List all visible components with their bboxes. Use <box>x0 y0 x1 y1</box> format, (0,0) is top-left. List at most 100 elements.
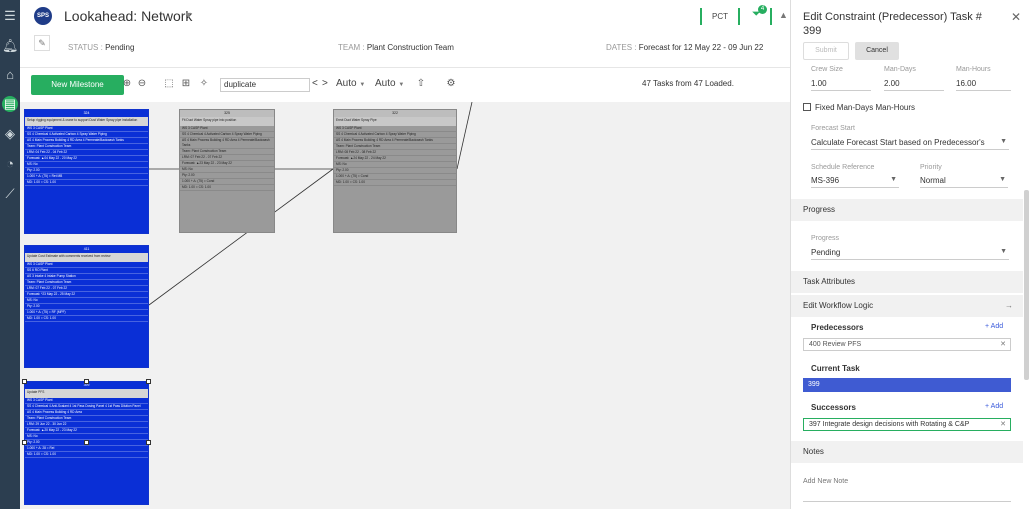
dates-key: DATES : <box>606 43 637 52</box>
zoom-out-icon[interactable]: ⊖ <box>136 78 148 90</box>
fixed-label: Fixed Man-Days Man-Hours <box>815 103 916 112</box>
line-chart-icon[interactable]: ⟋ <box>2 186 18 202</box>
left-sidebar: ☰ 🔔︎ ⌂ ▤ ◈ ◔ ⟋ <box>0 0 20 509</box>
home-icon[interactable]: ⌂ <box>2 67 18 83</box>
progress-label: Progress <box>811 235 840 242</box>
task-detail: MD: 1.00 = CS: 1.00 <box>25 452 148 458</box>
fixed-checkbox[interactable] <box>803 103 811 111</box>
priority-select[interactable]: Normal ▼ <box>920 176 1008 188</box>
task-detail: MD: 1.00 = CS: 1.00 <box>180 185 274 191</box>
edit-constraint-panel: Edit Constraint (Predecessor) Task # 399… <box>790 0 1030 509</box>
network-canvas[interactable]: 324 Setup rigging equipment & crane to s… <box>20 102 790 509</box>
schedule-reference-label: Schedule Reference <box>811 164 875 171</box>
task-number: 322 <box>334 110 456 117</box>
pencil-icon[interactable]: ✎ <box>34 35 50 51</box>
remove-icon[interactable]: ✕ <box>1000 419 1006 430</box>
caret-down-icon: ▼ <box>1000 248 1007 255</box>
chevron-up-icon[interactable]: ▲ <box>779 10 788 20</box>
task-card-325[interactable]: 325 Fit Duct Water Spray pipe into posit… <box>179 109 275 233</box>
priority-value: Normal <box>920 176 946 185</box>
successor-chip[interactable]: 397 Integrate design decisions with Rota… <box>803 418 1011 431</box>
submit-button[interactable]: Submit <box>803 42 849 60</box>
gear-icon[interactable]: ⚙ <box>445 78 457 90</box>
predecessor-chip[interactable]: 400 Review PFS ✕ <box>803 338 1011 351</box>
resize-handle[interactable] <box>146 440 151 445</box>
task-card-322[interactable]: 322 Erect Duct Water Spray Pipe WS 3 CAS… <box>333 109 457 233</box>
search-input[interactable]: duplicate <box>220 78 310 92</box>
upload-icon[interactable]: ⇧ <box>415 78 427 90</box>
crew-size-label: Crew Size <box>811 66 843 73</box>
document-icon[interactable]: ▤ <box>2 96 18 112</box>
task-name: Update Cost Estimate with comments recei… <box>25 253 148 262</box>
predecessors-heading: Predecessors <box>811 323 864 332</box>
team-key: TEAM : <box>338 43 365 52</box>
task-attributes-header[interactable]: Task Attributes <box>791 271 1023 293</box>
bell-icon[interactable]: 🔔︎ <box>2 38 19 54</box>
new-milestone-button[interactable]: New Milestone <box>31 75 124 95</box>
caret-down-icon: ▼ <box>398 82 405 88</box>
add-predecessor-link[interactable]: + Add <box>985 323 1003 330</box>
man-days-field[interactable]: 2.00 <box>884 79 944 91</box>
task-name: Fit Duct Water Spray pipe into position <box>180 117 274 126</box>
filter-button[interactable]: ⏷ 4 <box>752 5 772 25</box>
auto-select-1-value: Auto <box>336 78 357 89</box>
layers-icon[interactable]: ◈ <box>2 126 18 142</box>
auto-select-1[interactable]: Auto ▼ <box>336 78 365 89</box>
chevron-down-icon[interactable]: ▼ <box>184 10 193 20</box>
task-card-324[interactable]: 324 Setup rigging equipment & crane to s… <box>24 109 149 234</box>
progress-value: Pending <box>811 248 841 257</box>
task-name: Erect Duct Water Spray Pipe <box>334 117 456 126</box>
network-layout-icon[interactable]: ⊞ <box>180 78 192 90</box>
task-number: 325 <box>180 110 274 117</box>
task-card-411[interactable]: 411 Update Cost Estimate with comments r… <box>24 245 149 368</box>
task-number: 411 <box>25 246 148 253</box>
progress-select[interactable]: Pending ▼ <box>811 248 1009 260</box>
remove-icon[interactable]: ✕ <box>1000 339 1006 350</box>
successor-chip-label: 397 Integrate design decisions with Rota… <box>809 421 970 428</box>
forecast-start-select[interactable]: Calculate Forecast Start based on Predec… <box>811 138 1009 150</box>
progress-section-header[interactable]: Progress <box>791 199 1023 221</box>
filter-count-badge: 4 <box>758 5 767 14</box>
add-successor-link[interactable]: + Add <box>985 403 1003 410</box>
connector-line <box>456 102 473 170</box>
team-value: Plant Construction Team <box>366 43 454 52</box>
task-number: 324 <box>25 110 148 117</box>
select-icon[interactable]: ⬚ <box>163 78 175 90</box>
forecast-start-value: Calculate Forecast Start based on Predec… <box>811 138 985 147</box>
forecast-start-label: Forecast Start <box>811 125 855 132</box>
predecessor-chip-label: 400 Review PFS <box>809 341 862 348</box>
add-note-field[interactable]: Add New Note <box>803 470 1011 502</box>
magic-wand-icon[interactable]: ✧ <box>198 78 210 90</box>
successors-heading: Successors <box>811 403 856 412</box>
dates-value: Forecast for 12 May 22 - 09 Jun 22 <box>638 43 764 52</box>
resize-handle[interactable] <box>84 379 89 384</box>
task-name: Update PFS <box>25 389 148 398</box>
prev-button[interactable]: < <box>312 78 318 89</box>
caret-down-icon: ▼ <box>999 176 1006 183</box>
notes-header[interactable]: Notes <box>791 441 1023 463</box>
resize-handle[interactable] <box>84 440 89 445</box>
resize-handle[interactable] <box>22 440 27 445</box>
auto-select-2[interactable]: Auto ▼ <box>375 78 404 89</box>
crew-size-field[interactable]: 1.00 <box>811 79 871 91</box>
zoom-in-icon[interactable]: ⊕ <box>121 78 133 90</box>
pct-toggle[interactable]: PCT <box>700 8 740 25</box>
divider <box>20 67 790 68</box>
task-name: Setup rigging equipment & crane to suppo… <box>25 117 148 126</box>
next-button[interactable]: > <box>322 78 328 89</box>
menu-icon[interactable]: ☰ <box>2 8 18 24</box>
page-title[interactable]: Lookahead: Network <box>64 8 192 24</box>
pie-chart-icon[interactable]: ◔ <box>2 156 18 172</box>
workflow-logic-header[interactable]: Edit Workflow Logic → <box>791 295 1023 317</box>
man-hours-field[interactable]: 16.00 <box>956 79 1011 91</box>
schedule-reference-select[interactable]: MS-396 ▼ <box>811 176 899 188</box>
priority-label: Priority <box>920 164 942 171</box>
status-bar: STATUS : Pending TEAM : Plant Constructi… <box>60 38 780 58</box>
close-icon[interactable]: ✕ <box>1011 10 1021 24</box>
cancel-button[interactable]: Cancel <box>855 42 899 60</box>
resize-handle[interactable] <box>22 379 27 384</box>
panel-scrollbar[interactable] <box>1024 190 1029 380</box>
resize-handle[interactable] <box>146 379 151 384</box>
current-task-value: 399 <box>803 378 1011 392</box>
task-detail: AS 4 Main Process Building 4 RD Area 4 P… <box>180 138 274 149</box>
